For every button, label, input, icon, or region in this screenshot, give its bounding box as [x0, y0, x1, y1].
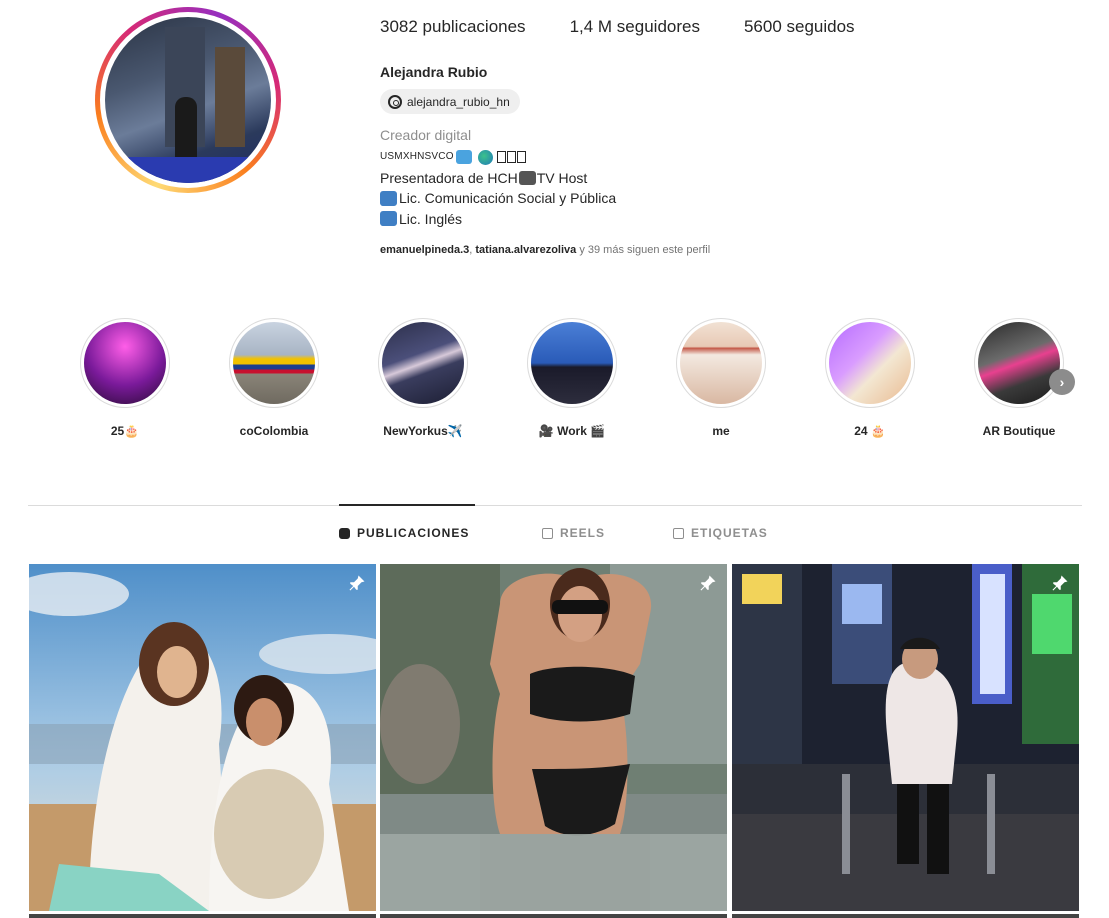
post-thumbnail[interactable]	[29, 564, 376, 911]
highlight-label: AR Boutique	[982, 424, 1056, 438]
highlight-label: 25🎂	[110, 424, 140, 438]
profile-bio: USMXHNSVCO Presentadora de HCH TV Host L…	[380, 147, 616, 229]
flag-icon	[506, 151, 516, 164]
tab-reels[interactable]: REELS	[542, 526, 605, 540]
threads-icon	[388, 94, 402, 109]
highlight-item[interactable]: coColombia	[214, 318, 334, 438]
chevron-right-icon[interactable]: ›	[1049, 369, 1075, 395]
highlight-label: me	[712, 424, 730, 438]
highlight-label: 🎥 Work 🎬	[538, 424, 606, 438]
emoji-icon	[380, 211, 397, 227]
profile-avatar-ring[interactable]	[95, 7, 281, 193]
profile-avatar[interactable]	[105, 17, 271, 183]
pin-icon	[348, 574, 366, 592]
threads-link[interactable]: alejandra_rubio_hn	[380, 89, 520, 114]
camera-emoji-icon	[518, 170, 536, 185]
grid-icon	[339, 527, 350, 539]
tagged-icon	[673, 527, 684, 539]
reels-icon	[542, 527, 553, 539]
highlight-label: coColombia	[239, 424, 309, 438]
followed-by-user-2[interactable]: tatiana.alvarezoliva	[475, 244, 576, 256]
following-count[interactable]: 5600 seguidos	[744, 17, 855, 37]
posts-count: 3082 publicaciones	[380, 17, 526, 36]
pin-icon	[699, 574, 717, 592]
pin-icon	[1051, 574, 1069, 592]
highlight-item[interactable]: 24 🎂	[810, 318, 930, 438]
tabs-divider	[28, 505, 1082, 506]
post-thumbnail-edge	[732, 914, 1079, 918]
post-thumbnail[interactable]	[732, 564, 1079, 911]
globe-emoji-icon	[477, 149, 493, 165]
bio-degree-1: Lic. Comunicación Social y Pública	[399, 190, 617, 206]
active-tab-indicator	[339, 504, 475, 506]
flag-icon	[496, 151, 506, 164]
profile-category: Creador digital	[380, 127, 472, 143]
highlight-item[interactable]: 🎥 Work 🎬	[512, 318, 632, 438]
followed-by-rest: y 39 más siguen este perfil	[576, 244, 711, 256]
post-thumbnail-edge	[29, 914, 376, 918]
highlight-label: 24 🎂	[854, 424, 886, 438]
airplane-emoji-icon	[455, 150, 472, 165]
bio-countries: USMXHNSVCO	[380, 151, 454, 162]
post-thumbnail-edge	[380, 914, 727, 918]
flag-icon	[516, 151, 526, 164]
highlight-item[interactable]: 25🎂	[65, 318, 185, 438]
highlight-item[interactable]: NewYorkus✈️	[363, 318, 483, 438]
followed-by-user-1[interactable]: emanuelpineda.3	[380, 244, 469, 256]
bio-degree-2: Lic. Inglés	[399, 210, 463, 227]
emoji-icon	[380, 190, 397, 206]
tab-tagged[interactable]: ETIQUETAS	[673, 526, 768, 540]
bio-tv-host: TV Host	[536, 169, 588, 186]
highlight-item[interactable]: me	[661, 318, 781, 438]
bio-presenter: Presentadora de HCH	[380, 169, 518, 186]
followed-by[interactable]: emanuelpineda.3, tatiana.alvarezoliva y …	[380, 244, 710, 256]
profile-name: Alejandra Rubio	[380, 64, 488, 80]
followers-count[interactable]: 1,4 M seguidores	[570, 17, 700, 37]
tab-posts[interactable]: PUBLICACIONES	[339, 526, 469, 540]
profile-stats: 3082 publicaciones 1,4 M seguidores 5600…	[380, 17, 899, 37]
highlight-label: NewYorkus✈️	[383, 424, 463, 438]
threads-handle: alejandra_rubio_hn	[407, 94, 510, 109]
post-thumbnail[interactable]	[380, 564, 727, 911]
